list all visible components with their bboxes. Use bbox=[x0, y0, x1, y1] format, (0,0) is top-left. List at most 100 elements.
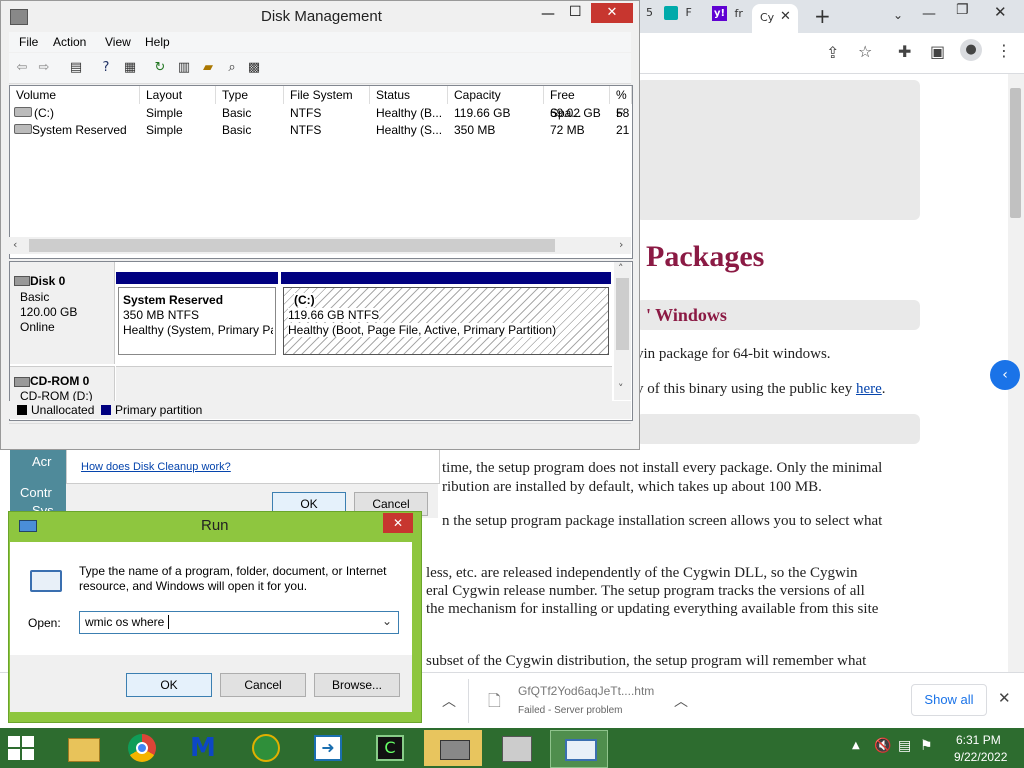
taskbar-malwarebytes[interactable]: M bbox=[176, 730, 232, 766]
tab-label: fr bbox=[734, 6, 743, 20]
minimize-icon[interactable]: — bbox=[541, 6, 555, 22]
partition-system-reserved[interactable]: System Reserved 350 MB NTFS Healthy (Sys… bbox=[116, 272, 278, 358]
close-window-icon[interactable]: ✕ bbox=[994, 3, 1007, 21]
search-icon[interactable]: ⌕ bbox=[223, 59, 241, 77]
volume-list: Volume Layout Type File System Status Ca… bbox=[9, 85, 633, 259]
ok-button[interactable]: OK bbox=[126, 673, 212, 697]
open-folder-icon[interactable]: ▰ bbox=[199, 59, 217, 77]
horizontal-scroll-thumb[interactable] bbox=[29, 239, 555, 252]
taskbar-chrome[interactable] bbox=[114, 730, 170, 766]
browser-tab[interactable]: y! fr bbox=[712, 6, 752, 30]
menu-file[interactable]: File bbox=[19, 35, 38, 49]
vertical-scrollbar[interactable]: ˄ ˅ bbox=[614, 262, 631, 400]
taskbar-cygwin[interactable]: C bbox=[362, 730, 418, 766]
clock-date[interactable]: 9/22/2022 bbox=[954, 750, 1007, 764]
volume-muted-icon[interactable]: 🔇 bbox=[874, 738, 891, 754]
close-tab-icon[interactable]: ✕ bbox=[780, 9, 791, 24]
content-line: time, the setup program does not install… bbox=[442, 460, 883, 476]
disk-0-info[interactable]: Disk 0 Basic 120.00 GB Online bbox=[10, 262, 115, 364]
taskbar-remote-app[interactable]: ➜ bbox=[300, 730, 356, 766]
open-combobox[interactable]: wmic os where ⌄ bbox=[79, 611, 399, 634]
restore-icon[interactable]: ❐ bbox=[956, 2, 969, 18]
browser-tab[interactable]: 5 bbox=[646, 6, 653, 30]
content-box bbox=[636, 414, 920, 444]
show-hidden-icons[interactable]: ▲ bbox=[852, 740, 860, 751]
properties-icon[interactable]: ▦ bbox=[121, 59, 139, 77]
close-downloads-icon[interactable]: ✕ bbox=[998, 689, 1011, 707]
action-center-icon[interactable]: ⚑ bbox=[920, 738, 933, 754]
public-key-link[interactable]: here bbox=[856, 381, 882, 397]
new-tab-button[interactable]: + bbox=[814, 4, 831, 28]
show-all-button[interactable]: Show all bbox=[911, 684, 987, 716]
back-arrow-icon[interactable]: ⇦ bbox=[13, 59, 31, 77]
page-scrollbar-thumb[interactable] bbox=[1010, 88, 1021, 218]
chevron-up-icon[interactable]: ︿ bbox=[674, 691, 688, 711]
table-cell: Simple bbox=[146, 123, 183, 137]
sidebar-label: Contr bbox=[20, 485, 52, 500]
bookmark-star-icon[interactable]: ☆ bbox=[858, 42, 872, 61]
drive-cleanup-icon bbox=[440, 740, 470, 760]
clock-time[interactable]: 6:31 PM bbox=[956, 733, 1001, 747]
taskbar-disk-cleanup[interactable] bbox=[424, 730, 482, 766]
profile-avatar-icon[interactable]: ● bbox=[960, 39, 982, 61]
menu-view[interactable]: View bbox=[105, 35, 131, 49]
cancel-button[interactable]: Cancel bbox=[220, 673, 306, 697]
help-icon[interactable]: ? bbox=[97, 59, 115, 77]
horizontal-scrollbar[interactable]: ‹ › bbox=[9, 237, 631, 254]
partition-c[interactable]: (C:) 119.66 GB NTFS Healthy (Boot, Page … bbox=[281, 272, 611, 358]
browser-tab-active[interactable]: Cy ✕ bbox=[752, 4, 798, 33]
column-header-free-space[interactable]: Free Spa... bbox=[544, 86, 610, 120]
forward-arrow-icon[interactable]: ⇨ bbox=[35, 59, 53, 77]
console-tree-icon[interactable]: ▤ bbox=[67, 59, 85, 77]
taskbar-disk-management[interactable] bbox=[488, 730, 544, 766]
taskbar-idm[interactable] bbox=[238, 730, 294, 766]
cdrom-0-info[interactable]: CD-ROM 0 CD-ROM (D:) bbox=[10, 366, 115, 403]
download-filename: GfQTf2Yod6aqJeTt....htm bbox=[518, 684, 655, 698]
column-header-status[interactable]: Status bbox=[370, 86, 448, 104]
open-input[interactable]: wmic os where bbox=[85, 615, 164, 629]
maximize-icon[interactable]: ☐ bbox=[569, 4, 582, 20]
share-icon[interactable]: ⇪ bbox=[826, 43, 839, 62]
start-button[interactable] bbox=[8, 736, 34, 760]
chevron-down-icon[interactable]: ⌄ bbox=[893, 8, 903, 22]
column-header-filesystem[interactable]: File System bbox=[284, 86, 370, 104]
menu-kebab-icon[interactable]: ⋮ bbox=[996, 41, 1012, 60]
windows-logo-icon bbox=[8, 736, 34, 760]
download-item[interactable]: 🗋 GfQTf2Yod6aqJeTt....htm Failed - Serve… bbox=[486, 681, 706, 721]
chevron-up-icon[interactable]: ︿ bbox=[442, 691, 456, 711]
menu-bar: File Action View Help bbox=[9, 32, 631, 52]
menu-help[interactable]: Help bbox=[145, 35, 170, 49]
vertical-scroll-thumb[interactable] bbox=[616, 278, 629, 350]
refresh-icon[interactable]: ↻ bbox=[151, 59, 169, 77]
menu-action[interactable]: Action bbox=[53, 35, 86, 49]
side-panel-icon[interactable]: ▣ bbox=[930, 42, 945, 61]
scroll-up-icon[interactable]: ˄ bbox=[618, 262, 624, 275]
minimize-icon[interactable]: — bbox=[922, 6, 936, 22]
side-expand-icon[interactable]: ‹ bbox=[990, 360, 1020, 390]
column-header-type[interactable]: Type bbox=[216, 86, 284, 104]
column-header-volume[interactable]: Volume bbox=[10, 86, 140, 104]
scroll-right-icon[interactable]: › bbox=[619, 238, 623, 251]
extensions-icon[interactable]: ✚ bbox=[898, 42, 911, 61]
browser-tab[interactable]: F bbox=[664, 6, 710, 30]
chevron-down-icon[interactable]: ⌄ bbox=[382, 614, 392, 628]
partition-name: System Reserved bbox=[123, 293, 224, 307]
column-header-percent-free[interactable]: % F bbox=[610, 86, 632, 120]
close-icon[interactable]: ✕ bbox=[591, 3, 633, 23]
taskbar-file-explorer[interactable] bbox=[54, 730, 110, 766]
column-header-layout[interactable]: Layout bbox=[140, 86, 216, 104]
column-header-capacity[interactable]: Capacity bbox=[448, 86, 544, 104]
cleanup-help-link[interactable]: How does Disk Cleanup work? bbox=[81, 461, 231, 473]
network-icon[interactable]: ▤ bbox=[898, 738, 911, 754]
run-button-area: OK Cancel Browse... bbox=[10, 655, 412, 712]
scroll-down-icon[interactable]: ˅ bbox=[618, 382, 624, 395]
settings-icon[interactable]: ▩ bbox=[245, 59, 263, 77]
taskbar-run[interactable] bbox=[550, 730, 608, 768]
scroll-left-icon[interactable]: ‹ bbox=[13, 238, 17, 251]
browse-button[interactable]: Browse... bbox=[314, 673, 400, 697]
content-text: y of this binary using the public key bbox=[636, 381, 856, 397]
title-bar[interactable]: Disk Management — ☐ ✕ bbox=[1, 1, 639, 32]
close-icon[interactable]: ✕ bbox=[383, 513, 413, 533]
export-icon[interactable]: ▥ bbox=[175, 59, 193, 77]
run-icon bbox=[565, 739, 597, 761]
